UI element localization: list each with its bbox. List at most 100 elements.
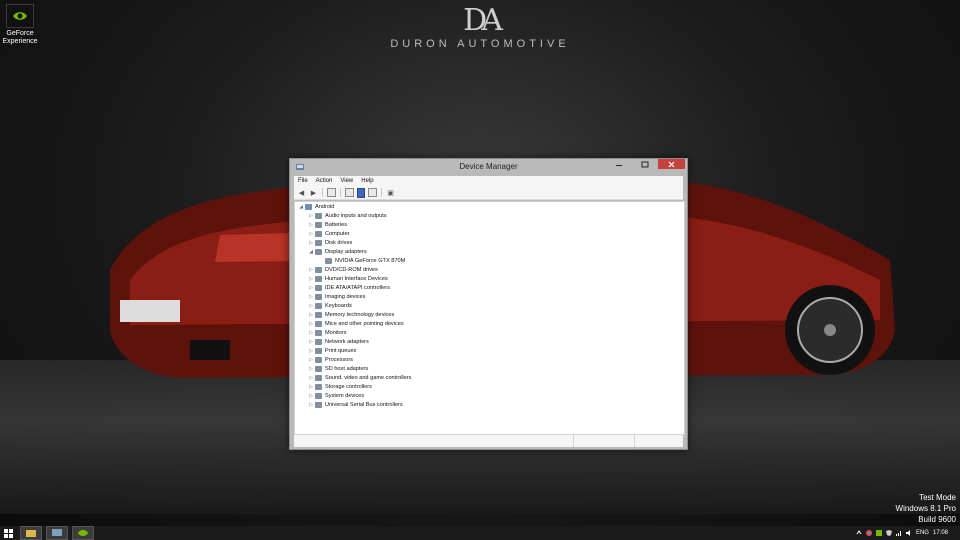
taskbar-app-device-manager[interactable] xyxy=(46,526,68,540)
collapse-arrow-icon[interactable]: ◢ xyxy=(307,249,315,255)
expand-arrow-icon[interactable]: ▷ xyxy=(307,276,315,282)
tree-category-label: Processors xyxy=(325,356,353,363)
device-manager-icon xyxy=(52,529,62,536)
tree-category[interactable]: ▷ SD host adapters xyxy=(295,364,684,373)
status-bar xyxy=(294,434,683,447)
device-category-icon xyxy=(315,347,322,354)
expand-arrow-icon[interactable]: ▷ xyxy=(307,231,315,237)
forward-arrow-icon[interactable]: ▶ xyxy=(309,188,318,197)
language-indicator[interactable]: ENG xyxy=(916,530,929,536)
computer-icon xyxy=(305,203,312,210)
expand-arrow-icon[interactable]: ▷ xyxy=(307,222,315,228)
tree-category[interactable]: ▷ Computer xyxy=(295,229,684,238)
expand-arrow-icon[interactable]: ▷ xyxy=(307,213,315,219)
tree-category[interactable]: ▷ Processors xyxy=(295,355,684,364)
network-icon[interactable] xyxy=(895,530,902,536)
tree-category[interactable]: ▷ Network adapters xyxy=(295,337,684,346)
maximize-icon xyxy=(641,161,649,167)
tree-category[interactable]: ▷ IDE ATA/ATAPI controllers xyxy=(295,283,684,292)
tree-category-label: DVD/CD-ROM drives xyxy=(325,266,378,273)
device-category-icon xyxy=(315,320,322,327)
tree-category-label: Mice and other pointing devices xyxy=(325,320,404,327)
taskbar-app-explorer[interactable] xyxy=(20,526,42,540)
menu-view[interactable]: View xyxy=(336,178,357,184)
tree-category[interactable]: ▷ DVD/CD-ROM drives xyxy=(295,265,684,274)
tree-root[interactable]: ◢ Android xyxy=(295,202,684,211)
nvidia-tray-icon[interactable] xyxy=(875,530,882,536)
expand-arrow-icon[interactable]: ▷ xyxy=(307,267,315,273)
tree-category[interactable]: ▷ Human Interface Devices xyxy=(295,274,684,283)
tree-category[interactable]: ▷ Batteries xyxy=(295,220,684,229)
device-category-icon xyxy=(315,356,322,363)
tree-category[interactable]: ▷ Disk drives xyxy=(295,238,684,247)
tree-category[interactable]: ▷ Universal Serial Bus controllers xyxy=(295,400,684,409)
tree-items: ▷ Audio inputs and outputs ▷ Batteries ▷ Comp… xyxy=(295,211,684,409)
geforce-icon xyxy=(6,4,34,28)
help-icon[interactable] xyxy=(357,187,365,198)
expand-arrow-icon[interactable]: ▷ xyxy=(307,285,315,291)
tree-category[interactable]: ▷ Monitors xyxy=(295,328,684,337)
expand-arrow-icon[interactable]: ▷ xyxy=(307,393,315,399)
properties-icon[interactable] xyxy=(327,188,336,197)
desktop-icon-geforce-experience[interactable]: GeForce Experience xyxy=(2,4,38,46)
expand-arrow-icon[interactable]: ▷ xyxy=(307,312,315,318)
test-mode-watermark: Test Mode Windows 8.1 Pro Build 9600 xyxy=(896,492,956,525)
tree-category[interactable]: ▷ Sound, video and game controllers xyxy=(295,373,684,382)
tree-category[interactable]: ▷ Audio inputs and outputs xyxy=(295,211,684,220)
device-category-icon xyxy=(315,365,322,372)
tree-category-label: Audio inputs and outputs xyxy=(325,212,387,219)
menu-action[interactable]: Action xyxy=(312,178,337,184)
show-hidden-icon[interactable] xyxy=(345,188,354,197)
collapse-arrow-icon[interactable]: ◢ xyxy=(297,204,305,210)
expand-arrow-icon[interactable]: ▷ xyxy=(307,375,315,381)
tree-category-label: Monitors xyxy=(325,329,347,336)
tree-category[interactable]: ▷ Keyboards xyxy=(295,301,684,310)
tree-category-label: Disk drives xyxy=(325,239,353,246)
expand-arrow-icon[interactable]: ▷ xyxy=(307,402,315,408)
tree-device[interactable]: NVIDIA GeForce GTX 870M xyxy=(295,256,684,265)
security-icon[interactable] xyxy=(885,530,892,536)
menu-help[interactable]: Help xyxy=(357,178,377,184)
expand-arrow-icon[interactable]: ▷ xyxy=(307,321,315,327)
scan-hardware-icon[interactable]: ▣ xyxy=(386,188,395,197)
volume-icon[interactable] xyxy=(905,530,912,536)
tree-category-label: Batteries xyxy=(325,221,348,228)
show-hidden-icons-arrow-icon[interactable] xyxy=(856,530,862,536)
device-manager-window: Device Manager File Action View Help ◀ ▶… xyxy=(289,158,688,450)
tree-category[interactable]: ▷ Memory technology devices xyxy=(295,310,684,319)
expand-arrow-icon[interactable]: ▷ xyxy=(307,366,315,372)
device-category-icon xyxy=(315,311,322,318)
update-driver-icon[interactable] xyxy=(368,188,377,197)
maximize-button[interactable] xyxy=(632,159,658,169)
tree-category[interactable]: ▷ Imaging devices xyxy=(295,292,684,301)
title-bar[interactable]: Device Manager xyxy=(290,159,687,176)
close-button[interactable] xyxy=(658,159,685,169)
clock[interactable]: 17:08 xyxy=(933,530,948,536)
expand-arrow-icon[interactable]: ▷ xyxy=(307,330,315,336)
tree-category[interactable]: ▷ Storage controllers xyxy=(295,382,684,391)
expand-arrow-icon[interactable]: ▷ xyxy=(307,240,315,246)
tree-category[interactable]: ▷ System devices xyxy=(295,391,684,400)
expand-arrow-icon[interactable]: ▷ xyxy=(307,357,315,363)
expand-arrow-icon[interactable]: ▷ xyxy=(307,384,315,390)
tree-category-label: Sound, video and game controllers xyxy=(325,374,412,381)
watermark-line-1: Test Mode xyxy=(919,493,956,502)
chrome-icon[interactable] xyxy=(865,530,872,536)
expand-arrow-icon[interactable]: ▷ xyxy=(307,303,315,309)
tree-category[interactable]: ▷ Mice and other pointing devices xyxy=(295,319,684,328)
expand-arrow-icon[interactable]: ▷ xyxy=(307,339,315,345)
menu-file[interactable]: File xyxy=(294,178,312,184)
tree-category[interactable]: ◢ Display adapters xyxy=(295,247,684,256)
device-category-icon xyxy=(315,383,322,390)
back-arrow-icon[interactable]: ◀ xyxy=(297,188,306,197)
expand-arrow-icon[interactable]: ▷ xyxy=(307,294,315,300)
device-category-icon xyxy=(315,221,322,228)
minimize-button[interactable] xyxy=(606,159,632,169)
tree-category-label: Imaging devices xyxy=(325,293,366,300)
expand-arrow-icon[interactable]: ▷ xyxy=(307,348,315,354)
tree-category[interactable]: ▷ Print queues xyxy=(295,346,684,355)
start-button[interactable] xyxy=(0,526,16,540)
watermark-line-2: Windows 8.1 Pro xyxy=(895,504,956,513)
device-category-icon xyxy=(315,239,322,246)
taskbar-app-geforce[interactable] xyxy=(72,526,94,540)
